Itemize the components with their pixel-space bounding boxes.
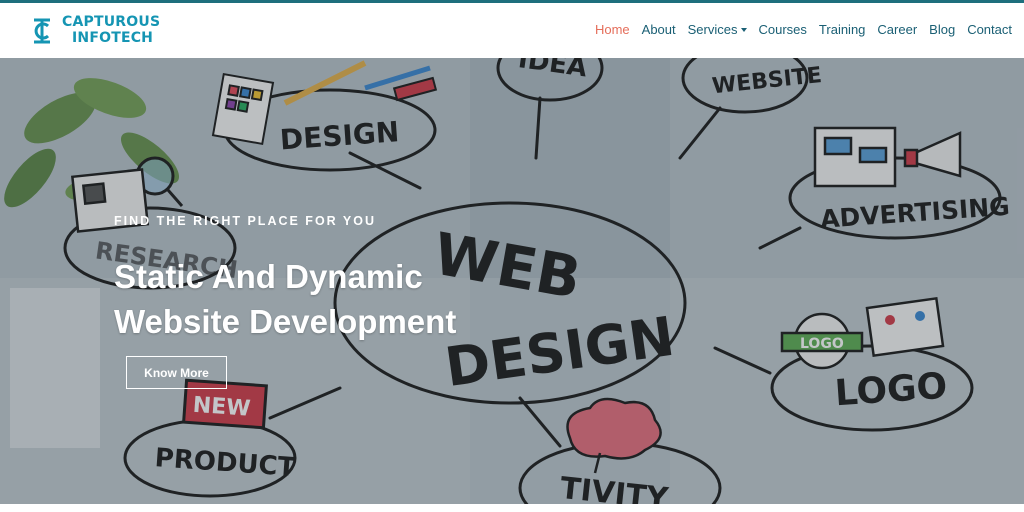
nav-blog[interactable]: Blog (929, 22, 955, 37)
brand-mark-icon (34, 18, 50, 44)
nav-about[interactable]: About (642, 22, 676, 37)
hero-headline: Static And Dynamic Website Development (114, 254, 534, 344)
nav-services-label: Services (687, 22, 738, 37)
brand-line2: INFOTECH (72, 30, 154, 46)
hero-headline-line2: Website Development (114, 303, 457, 340)
nav-home[interactable]: Home (595, 22, 630, 37)
brand-logo[interactable]: CAPTUROUS INFOTECH (28, 14, 160, 46)
nav-contact[interactable]: Contact (967, 22, 1012, 37)
main-nav: Home About Services Courses Training Car… (583, 22, 1012, 37)
nav-training[interactable]: Training (819, 22, 865, 37)
navbar: CAPTUROUS INFOTECH Home About Services C… (0, 3, 1024, 58)
hero-headline-line1: Static And Dynamic (114, 258, 423, 295)
brand-line1: CAPTUROUS (62, 14, 161, 30)
hero-banner: IDEA WEBSITE DESIGN RESEARCH ADVERTISING… (0, 58, 1024, 504)
nav-courses[interactable]: Courses (759, 22, 807, 37)
hero-kicker: FIND THE RIGHT PLACE FOR YOU (114, 214, 377, 228)
nav-services[interactable]: Services (688, 22, 747, 37)
nav-career[interactable]: Career (877, 22, 917, 37)
chevron-down-icon (740, 27, 747, 32)
page-bottom-strip (0, 504, 1024, 512)
brand-name: CAPTUROUS INFOTECH (62, 14, 160, 46)
know-more-button[interactable]: Know More (126, 356, 227, 389)
